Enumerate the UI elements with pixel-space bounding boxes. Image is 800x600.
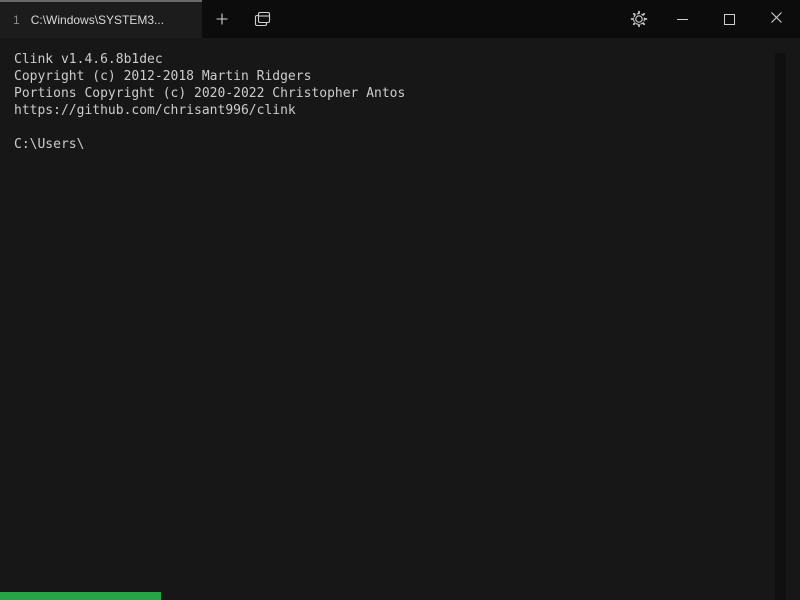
new-tab-button[interactable] xyxy=(202,0,242,38)
minimize-icon xyxy=(677,19,688,20)
titlebar-drag-region xyxy=(282,0,619,38)
duplicate-window-button[interactable] xyxy=(242,0,282,38)
minimize-button[interactable] xyxy=(659,0,706,38)
maximize-button[interactable] xyxy=(706,0,753,38)
overlapping-windows-icon xyxy=(253,10,272,29)
tab-index: 1 xyxy=(13,13,20,27)
plus-icon xyxy=(215,12,229,26)
gear-icon xyxy=(630,10,648,28)
terminal-tab[interactable]: 1 C:\Windows\SYSTEM3... xyxy=(0,0,202,38)
maximize-icon xyxy=(724,14,735,25)
terminal-scrollbar[interactable] xyxy=(775,53,786,600)
recording-progress-bar xyxy=(0,592,161,600)
terminal-output-area[interactable]: Clink v1.4.6.8b1dec Copyright (c) 2012-2… xyxy=(0,38,800,600)
terminal-line-portions: Portions Copyright (c) 2020-2022 Christo… xyxy=(14,85,800,102)
terminal-prompt[interactable]: C:\Users\ xyxy=(14,136,800,153)
terminal-line-blank xyxy=(14,119,800,136)
settings-button[interactable] xyxy=(619,0,659,38)
title-bar: 1 C:\Windows\SYSTEM3... xyxy=(0,0,800,38)
close-icon xyxy=(770,11,783,27)
terminal-line-url: https://github.com/chrisant996/clink xyxy=(14,102,800,119)
tab-title: C:\Windows\SYSTEM3... xyxy=(31,13,192,27)
terminal-line-version: Clink v1.4.6.8b1dec xyxy=(14,51,800,68)
close-button[interactable] xyxy=(753,0,800,38)
terminal-line-copyright: Copyright (c) 2012-2018 Martin Ridgers xyxy=(14,68,800,85)
